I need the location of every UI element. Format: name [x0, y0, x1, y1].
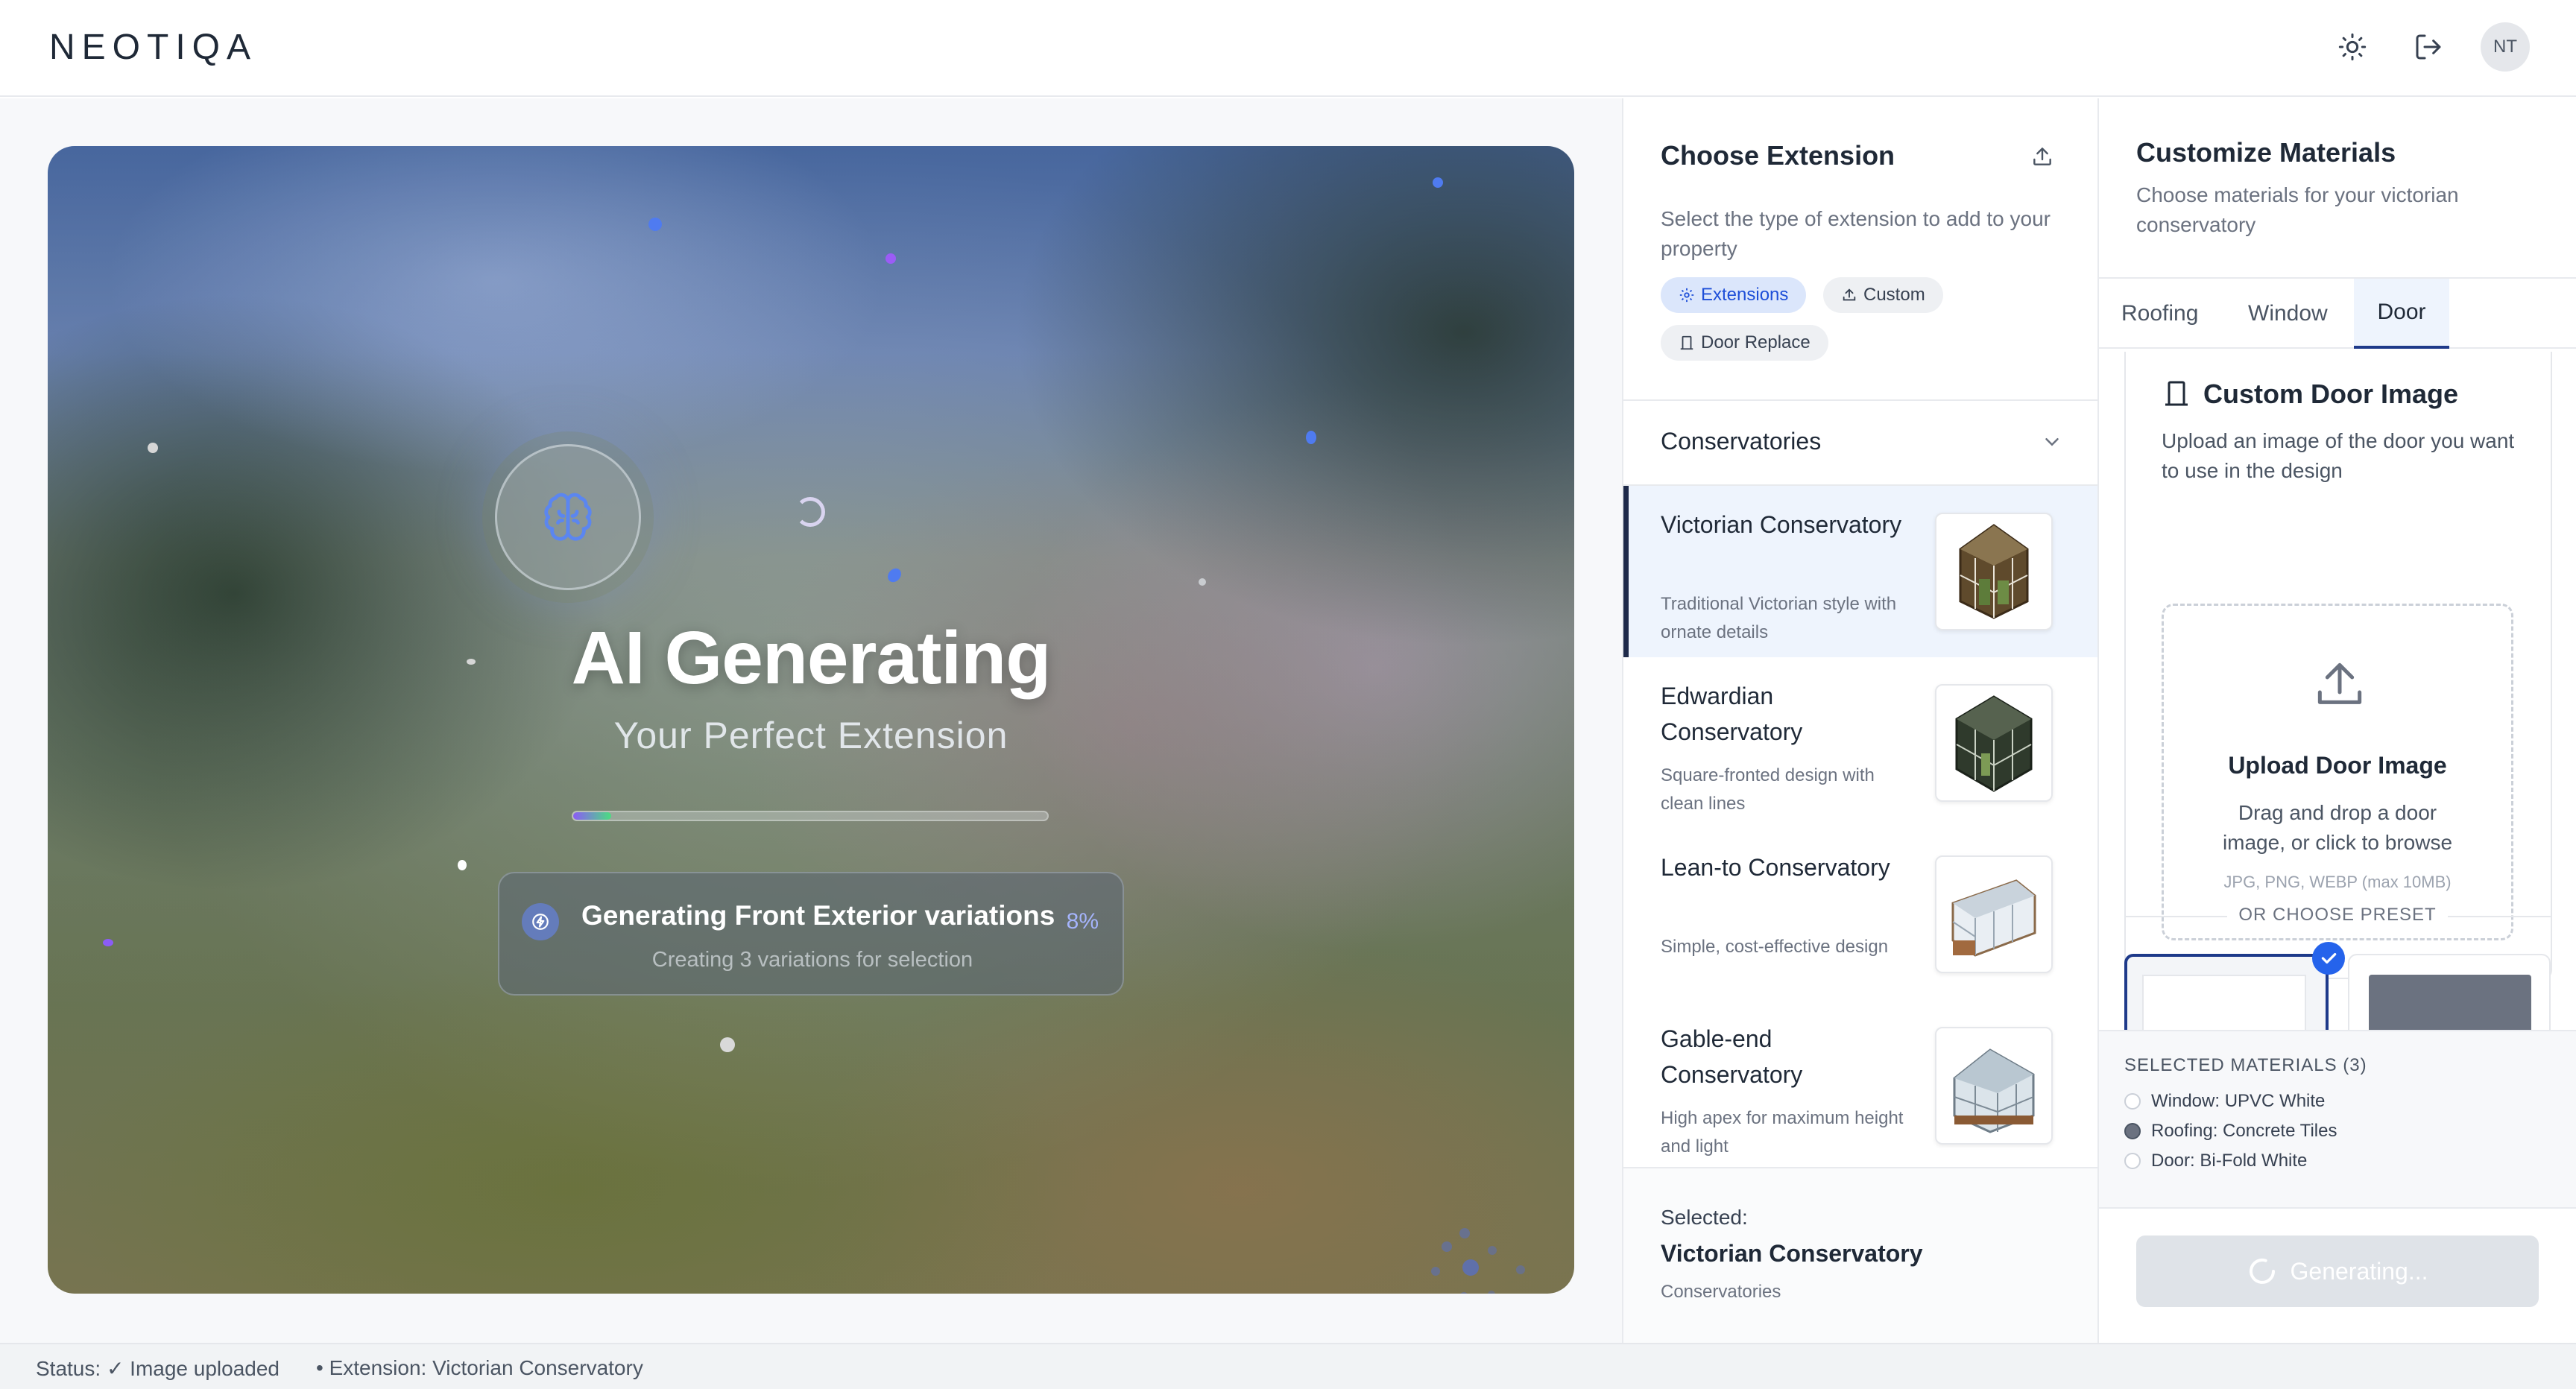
selected-material-door: Door: Bi-Fold White	[2124, 1151, 2307, 1171]
door-upload-dropzone[interactable]: Upload Door Image Drag and drop a door i…	[2162, 604, 2513, 940]
particle	[648, 218, 662, 231]
progress-bar-fill	[573, 812, 611, 820]
section-conservatories[interactable]: Conservatories	[1623, 399, 2097, 486]
chevron-down-icon[interactable]	[2041, 431, 2063, 457]
lean-to-thumbnail	[1935, 855, 2053, 973]
radio-dot-icon	[2124, 1153, 2141, 1169]
panel-title: Customize Materials	[2136, 137, 2396, 168]
generate-button-label: Generating...	[2290, 1257, 2428, 1285]
gable-end-thumbnail	[1935, 1027, 2053, 1145]
avatar[interactable]: NT	[2481, 22, 2530, 72]
card-title: Gable-end Conservatory	[1661, 1025, 1803, 1088]
selected-materials-title: SELECTED MATERIALS (3)	[2124, 1055, 2367, 1075]
tab-door[interactable]: Door	[2354, 279, 2449, 349]
card-description: High apex for maximum height and light	[1661, 1108, 1904, 1157]
radio-dot-icon	[2124, 1123, 2141, 1139]
particle	[458, 860, 467, 870]
chip-label: Door Replace	[1701, 332, 1811, 352]
custom-door-card: Custom Door Image Upload an image of the…	[2124, 352, 2552, 979]
chip-door-replace[interactable]: Door Replace	[1661, 325, 1828, 361]
sun-icon[interactable]	[2330, 25, 2375, 69]
material-label: Door: Bi-Fold White	[2151, 1151, 2308, 1171]
radio-dot-icon	[2124, 1093, 2141, 1110]
chip-extensions[interactable]: Extensions	[1661, 277, 1807, 313]
gear-icon	[1679, 288, 1694, 303]
generation-status-card: Generating Front Exterior variations 8% …	[498, 872, 1124, 996]
divider	[2448, 916, 2551, 917]
selected-category: Conservatories	[1661, 1282, 1781, 1302]
material-tabs: Roofing Window Door	[2099, 277, 2576, 349]
brain-icon	[495, 444, 641, 590]
tab-window[interactable]: Window	[2226, 279, 2350, 349]
upload-title: Upload Door Image	[2228, 752, 2447, 779]
card-description: Square-fronted design with clean lines	[1661, 765, 1875, 814]
panel-description: Choose materials for your victorian cons…	[2136, 183, 2459, 236]
particle	[886, 253, 896, 264]
materials-panel: Customize Materials Choose materials for…	[2099, 98, 2576, 1343]
selected-material-roofing: Roofing: Concrete Tiles	[2124, 1121, 2337, 1142]
door-icon	[2162, 379, 2191, 412]
generating-title: AI Generating	[571, 616, 1052, 700]
generating-subtitle: Your Perfect Extension	[613, 715, 1008, 756]
card-title: Lean-to Conservatory	[1661, 854, 1890, 881]
status-percent: 8%	[1066, 909, 1099, 934]
panel-description: Select the type of extension to add to y…	[1661, 207, 2051, 260]
top-bar: NEOTIQA NT	[0, 0, 2576, 97]
tab-roofing[interactable]: Roofing	[2099, 279, 2220, 349]
particle	[1199, 578, 1206, 586]
progress-bar	[572, 811, 1049, 821]
extension-panel: Choose Extension Select the type of exte…	[1622, 98, 2099, 1343]
edwardian-thumbnail	[1935, 684, 2053, 802]
selected-extension-summary: Selected: Victorian Conservatory Conserv…	[1623, 1167, 2097, 1343]
upload-icon[interactable]	[2026, 140, 2059, 173]
logout-icon[interactable]	[2406, 25, 2451, 69]
door-card-description: Upload an image of the door you want to …	[2162, 429, 2515, 482]
chip-label: Extensions	[1701, 285, 1789, 305]
upload-formats: JPG, PNG, WEBP (max 10MB)	[2223, 873, 2452, 891]
spinner-icon	[2249, 1259, 2275, 1284]
selected-material-window: Window: UPVC White	[2124, 1091, 2325, 1112]
selected-name: Victorian Conservatory	[1661, 1240, 1923, 1267]
generate-button[interactable]: Generating...	[2136, 1235, 2539, 1307]
upload-icon	[2310, 655, 2370, 718]
particle	[148, 443, 158, 453]
check-icon	[2312, 942, 2345, 975]
card-description: Simple, cost-effective design	[1661, 937, 1889, 957]
particle	[720, 1037, 735, 1052]
status-subtitle: Creating 3 variations for selection	[651, 948, 973, 972]
material-label: Window: UPVC White	[2151, 1091, 2326, 1111]
lightning-icon	[522, 903, 559, 940]
preset-divider-label: OR CHOOSE PRESET	[2238, 905, 2437, 925]
door-icon	[1680, 335, 1693, 350]
canvas-area: AI Generating Your Perfect Extension Gen…	[0, 98, 1622, 1343]
extension-card-gable-end[interactable]: Gable-end Conservatory High apex for max…	[1623, 1000, 2097, 1171]
status-upload: Status: ✓ Image uploaded	[36, 1357, 280, 1380]
spinner-particle	[795, 497, 825, 527]
app-logo[interactable]: NEOTIQA	[49, 27, 257, 68]
extension-card-victorian[interactable]: Victorian Conservatory Traditional Victo…	[1623, 486, 2097, 657]
particle	[1433, 177, 1443, 188]
extension-card-lean-to[interactable]: Lean-to Conservatory Simple, cost-effect…	[1623, 829, 2097, 1000]
chip-custom[interactable]: Custom	[1823, 277, 1943, 313]
card-title: Victorian Conservatory	[1661, 511, 1902, 538]
extension-card-edwardian[interactable]: Edwardian Conservatory Square-fronted de…	[1623, 657, 2097, 829]
particle	[1306, 431, 1316, 444]
section-title: Conservatories	[1661, 428, 1822, 455]
selected-label: Selected:	[1661, 1206, 1748, 1229]
preview-image: AI Generating Your Perfect Extension Gen…	[48, 146, 1574, 1294]
card-description: Traditional Victorian style with ornate …	[1661, 594, 1897, 642]
door-card-title: Custom Door Image	[2203, 379, 2459, 409]
particle	[103, 939, 113, 946]
card-title: Edwardian Conservatory	[1661, 683, 1803, 745]
victorian-thumbnail	[1935, 513, 2053, 630]
selected-materials: SELECTED MATERIALS (3) Window: UPVC Whit…	[2099, 1030, 2576, 1209]
status-title: Generating Front Exterior variations	[581, 900, 1055, 931]
upload-description: Drag and drop a door image, or click to …	[2222, 801, 2453, 854]
panel-title: Choose Extension	[1661, 140, 1895, 171]
material-label: Roofing: Concrete Tiles	[2151, 1121, 2337, 1141]
status-bar: Status: ✓ Image uploaded • Extension: Vi…	[0, 1343, 2576, 1389]
upload-icon	[1843, 288, 1856, 301]
status-extension: • Extension: Victorian Conservatory	[316, 1356, 643, 1379]
chip-label: Custom	[1863, 285, 1925, 305]
